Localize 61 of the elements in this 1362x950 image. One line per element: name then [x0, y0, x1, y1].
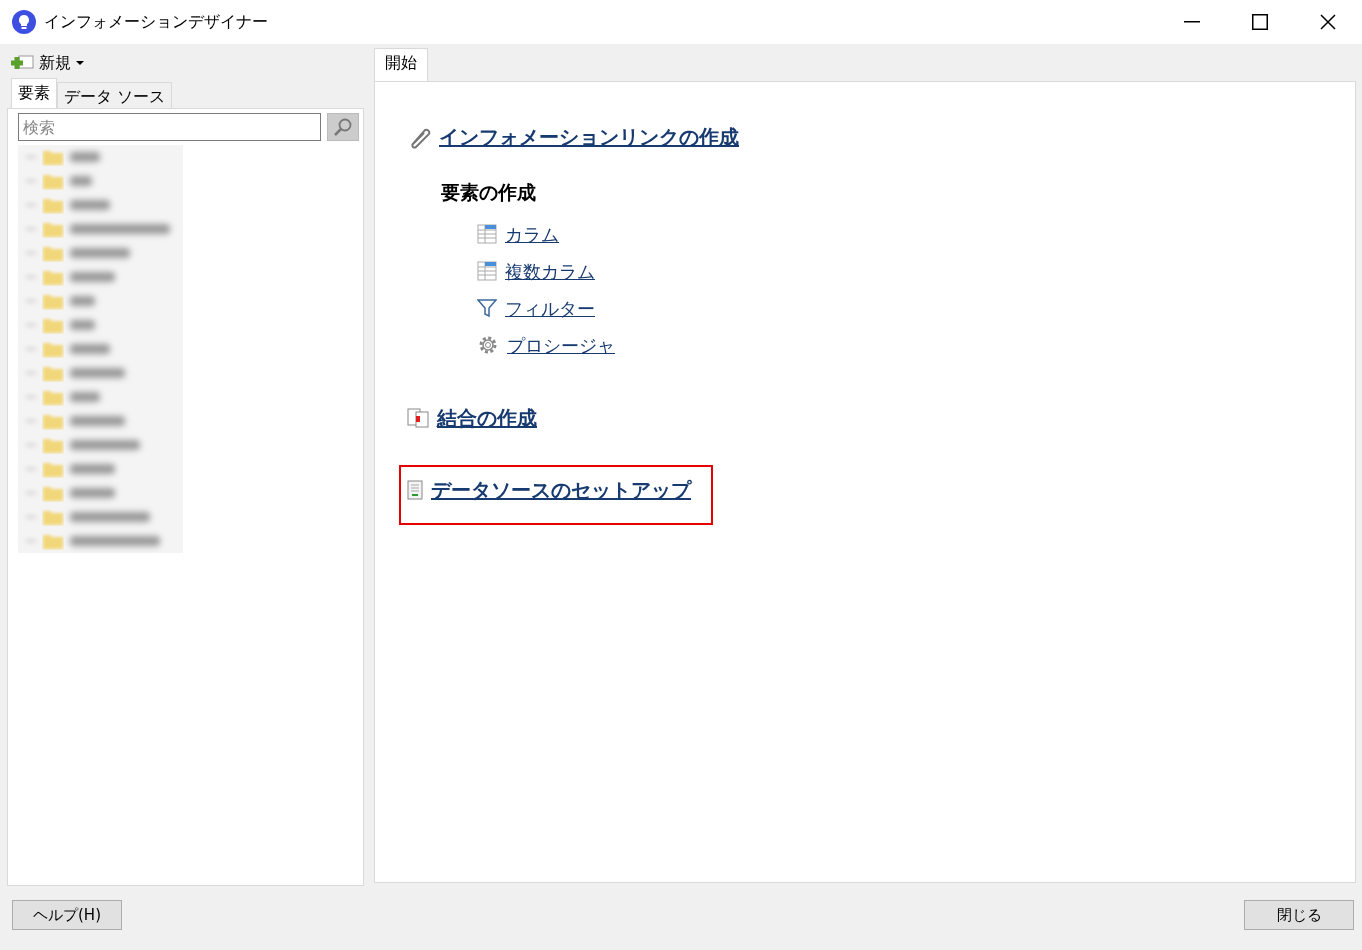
- action-link[interactable]: データソースのセットアップ: [431, 474, 691, 505]
- folder-icon: [42, 412, 64, 430]
- blurred-label: [70, 368, 125, 378]
- minimize-icon: [1184, 21, 1200, 23]
- panel-tab[interactable]: データ ソース: [57, 82, 173, 108]
- blurred-label: [70, 464, 115, 474]
- close-icon: [1320, 14, 1336, 30]
- blurred-label: [70, 296, 95, 306]
- action-link[interactable]: 結合の作成: [437, 402, 537, 433]
- close-dialog-button[interactable]: 閉じる: [1244, 900, 1354, 930]
- blurred-label: [70, 488, 115, 498]
- caret-icon: [75, 60, 85, 66]
- blurred-label: [70, 416, 125, 426]
- folder-icon: [42, 196, 64, 214]
- search-button[interactable]: [327, 113, 359, 141]
- folder-icon: [42, 268, 64, 286]
- help-button[interactable]: ヘルプ(H): [12, 900, 122, 930]
- search-icon: [333, 117, 353, 137]
- folder-icon: [42, 172, 64, 190]
- blurred-label: [70, 440, 140, 450]
- window-title: インフォメーションデザイナー: [44, 11, 268, 33]
- blurred-label: [70, 392, 100, 402]
- search-field[interactable]: 検索: [18, 113, 321, 141]
- table-icon: [477, 224, 497, 244]
- folder-icon: [42, 292, 64, 310]
- blurred-label: [70, 320, 95, 330]
- folder-icon: [42, 364, 64, 382]
- folder-icon: [42, 244, 64, 262]
- folder-icon: [42, 484, 64, 502]
- folder-icon: [42, 316, 64, 334]
- table-icon: [477, 261, 497, 281]
- new-button[interactable]: 新規: [7, 48, 91, 78]
- folder-icon: [42, 340, 64, 358]
- action-link[interactable]: カラム: [505, 220, 559, 248]
- start-tab[interactable]: 開始: [374, 48, 428, 81]
- panel-tab[interactable]: 要素: [11, 78, 57, 108]
- blurred-label: [70, 344, 110, 354]
- add-icon: [9, 54, 35, 72]
- action-link[interactable]: 複数カラム: [505, 257, 595, 285]
- action-link[interactable]: インフォメーションリンクの作成: [439, 122, 739, 152]
- document-icon: [407, 479, 423, 500]
- blurred-label: [70, 176, 92, 186]
- folder-icon: [42, 508, 64, 526]
- folder-icon: [42, 220, 64, 238]
- filter-icon: [477, 298, 497, 318]
- blurred-label: [70, 248, 130, 258]
- folder-icon: [42, 436, 64, 454]
- folder-icon: [42, 388, 64, 406]
- folder-icon: [42, 148, 64, 166]
- blurred-label: [70, 152, 100, 162]
- folder-icon: [42, 532, 64, 550]
- settings-icon: [477, 334, 499, 356]
- join-icon: [407, 407, 429, 428]
- maximize-icon: [1252, 14, 1268, 30]
- blurred-label: [70, 272, 115, 282]
- app-logo-icon: [12, 10, 36, 34]
- section-heading: 要素の作成: [441, 180, 536, 205]
- action-link[interactable]: フィルター: [505, 294, 595, 322]
- blurred-label: [70, 200, 110, 210]
- action-link[interactable]: プロシージャ: [507, 331, 615, 359]
- folder-icon: [42, 460, 64, 478]
